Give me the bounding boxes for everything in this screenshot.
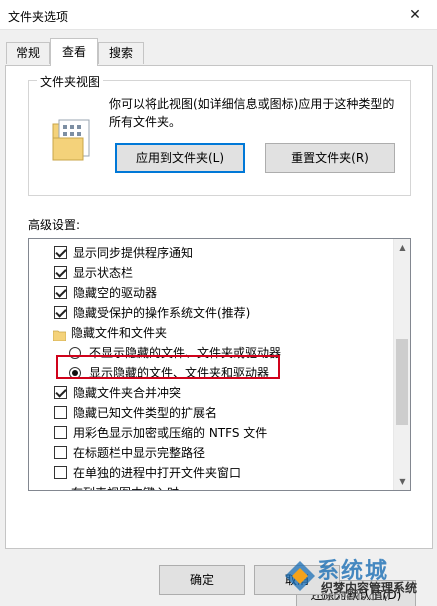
advanced-setting-item[interactable]: 隐藏文件夹合并冲突 xyxy=(29,383,394,403)
setting-label: 显示同步提供程序通知 xyxy=(73,246,194,260)
setting-checkbox[interactable] xyxy=(54,466,67,479)
advanced-setting-item[interactable]: 隐藏空的驱动器 xyxy=(29,283,394,303)
tab-search[interactable]: 搜索 xyxy=(98,42,144,64)
folder-icon xyxy=(53,487,66,490)
advanced-setting-item[interactable]: 不显示隐藏的文件、文件夹或驱动器 xyxy=(29,343,394,363)
setting-label: 隐藏已知文件类型的扩展名 xyxy=(73,406,218,420)
folder-icon xyxy=(52,327,67,342)
advanced-settings-tree[interactable]: 显示同步提供程序通知 显示状态栏隐藏空的驱动器隐藏受保护的操作系统文件(推荐) 隐藏… xyxy=(28,238,411,491)
advanced-setting-item[interactable]: 在列表视图中键入时 xyxy=(29,483,394,490)
setting-checkbox[interactable] xyxy=(54,266,67,279)
setting-checkbox[interactable] xyxy=(54,426,67,439)
close-icon: ✕ xyxy=(409,7,421,23)
setting-radio[interactable] xyxy=(69,347,81,359)
advanced-setting-item[interactable]: 隐藏已知文件类型的扩展名 xyxy=(29,403,394,423)
setting-checkbox[interactable] xyxy=(54,306,67,319)
setting-checkbox[interactable] xyxy=(54,406,67,419)
advanced-setting-item[interactable]: 显示隐藏的文件、文件夹和驱动器 xyxy=(29,363,394,383)
setting-label: 不显示隐藏的文件、文件夹或驱动器 xyxy=(89,346,282,360)
setting-label: 隐藏空的驱动器 xyxy=(73,286,158,300)
setting-checkbox[interactable] xyxy=(54,286,67,299)
view-tab-panel: 文件夹视图 你可以将此视图(如详细信息或图标)应用于这种类型的所有文件夹。 应用… xyxy=(5,65,433,606)
advanced-setting-item[interactable]: 用彩色显示加密或压缩的 NTFS 文件 xyxy=(29,423,394,443)
advanced-settings-list: 显示同步提供程序通知 显示状态栏隐藏空的驱动器隐藏受保护的操作系统文件(推荐) 隐藏… xyxy=(29,239,394,490)
setting-label: 显示状态栏 xyxy=(73,266,134,280)
scroll-thumb[interactable] xyxy=(396,339,408,425)
scroll-up-icon[interactable]: ▲ xyxy=(394,239,410,256)
advanced-setting-item[interactable]: 隐藏文件和文件夹 xyxy=(29,323,394,343)
scroll-down-icon[interactable]: ▼ xyxy=(394,473,410,490)
tab-view[interactable]: 查看 xyxy=(50,38,98,66)
setting-checkbox[interactable] xyxy=(54,386,67,399)
setting-radio[interactable] xyxy=(69,367,81,379)
setting-label: 隐藏受保护的操作系统文件(推荐) xyxy=(73,306,251,320)
advanced-settings-scrollbar[interactable]: ▲ ▼ xyxy=(393,239,410,490)
reset-folders-button[interactable]: 重置文件夹(R) xyxy=(265,143,395,173)
window-title: 文件夹选项 xyxy=(8,10,69,24)
advanced-setting-item[interactable]: 在标题栏中显示完整路径 xyxy=(29,443,394,463)
tab-general[interactable]: 常规 xyxy=(6,42,50,64)
apply-to-folders-button[interactable]: 应用到文件夹(L) xyxy=(115,143,245,173)
setting-label: 隐藏文件和文件夹 xyxy=(71,326,168,340)
advanced-setting-item[interactable]: 显示状态栏 xyxy=(29,263,394,283)
setting-label: 在列表视图中键入时 xyxy=(71,483,179,490)
setting-label: 隐藏文件夹合并冲突 xyxy=(73,386,182,400)
watermark-logo-icon xyxy=(285,561,315,591)
setting-checkbox[interactable] xyxy=(54,246,67,259)
folder-view-icon xyxy=(52,119,90,161)
setting-label: 用彩色显示加密或压缩的 NTFS 文件 xyxy=(73,426,268,440)
close-button[interactable]: ✕ xyxy=(393,0,437,30)
folder-view-description: 你可以将此视图(如详细信息或图标)应用于这种类型的所有文件夹。 xyxy=(109,97,395,129)
title-bar: 文件夹选项 ✕ xyxy=(0,0,437,30)
ok-button[interactable]: 确定 xyxy=(159,565,245,595)
folder-view-group: 文件夹视图 你可以将此视图(如详细信息或图标)应用于这种类型的所有文件夹。 应用… xyxy=(28,73,411,196)
setting-label: 显示隐藏的文件、文件夹和驱动器 xyxy=(89,366,270,380)
watermark: 系统城 织梦内容管理系统 DEDECMS.COM xyxy=(277,551,437,606)
setting-label: 在单独的进程中打开文件夹窗口 xyxy=(73,466,242,480)
setting-label: 在标题栏中显示完整路径 xyxy=(73,446,206,460)
advanced-setting-item[interactable]: 隐藏受保护的操作系统文件(推荐) xyxy=(29,303,394,323)
watermark-line2: DEDECMS.COM xyxy=(321,593,390,603)
tab-strip: 常规 查看 搜索 xyxy=(0,36,437,66)
advanced-setting-item[interactable]: 在单独的进程中打开文件夹窗口 xyxy=(29,463,394,483)
advanced-settings-label: 高级设置: xyxy=(28,218,81,232)
folder-view-group-label: 文件夹视图 xyxy=(37,73,104,90)
advanced-setting-item[interactable]: 显示同步提供程序通知 xyxy=(29,243,394,263)
setting-checkbox[interactable] xyxy=(54,446,67,459)
